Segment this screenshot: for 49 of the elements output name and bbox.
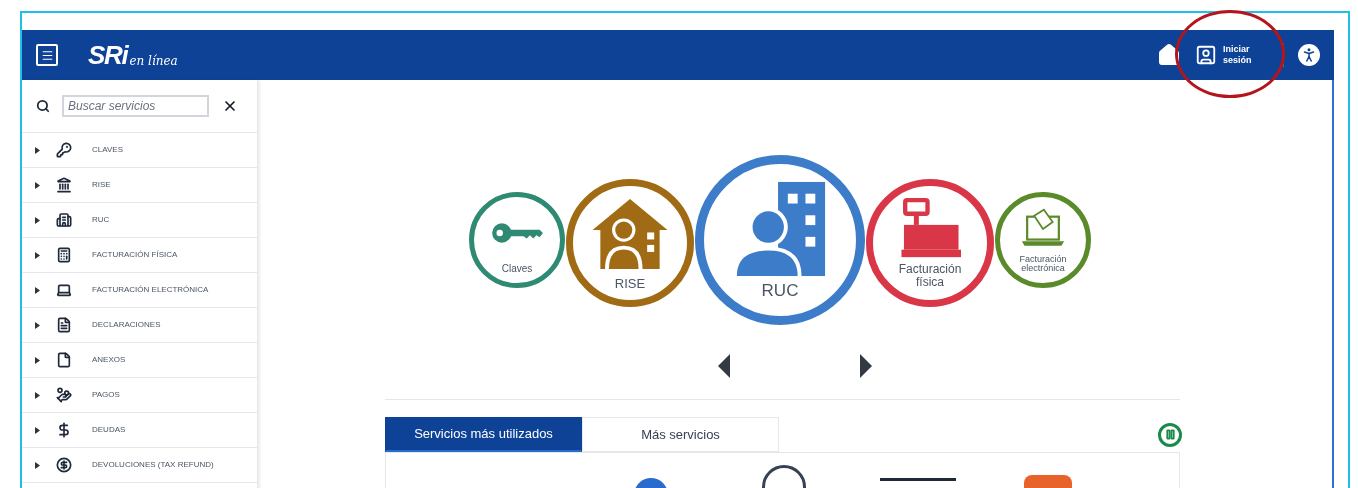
service-label: RISE (614, 277, 646, 291)
sidebar-label: RISE (92, 179, 111, 191)
pause-button[interactable] (1158, 422, 1182, 447)
sidebar-item[interactable]: PAGOS (22, 378, 257, 413)
key-icon (56, 142, 72, 158)
service-label: Facturación física (897, 263, 963, 289)
sidebar-item[interactable]: DEVOLUCIONES (TAX REFUND) (22, 448, 257, 483)
user-icon[interactable] (1195, 44, 1217, 66)
sidebar-item[interactable]: FACTURACIÓN FÍSICA (22, 238, 257, 273)
dollar-icon (56, 422, 72, 438)
dollar-coin-icon (56, 457, 72, 473)
file-icon (56, 352, 72, 368)
sidebar-label: FACTURACIÓN FÍSICA (92, 249, 178, 261)
sidebar-item[interactable]: DECLARACIONES (22, 308, 257, 343)
logo[interactable]: SRien línea (88, 42, 178, 68)
service-label: Facturación electrónica (1018, 254, 1068, 274)
sidebar-item[interactable]: RISE (22, 168, 257, 203)
sidebar-label: PAGOS (92, 389, 120, 401)
menu-icon (40, 48, 54, 62)
sidebar-label: DEVOLUCIONES (TAX REFUND) (92, 459, 214, 471)
menu-button[interactable] (36, 44, 58, 66)
hand-icon (56, 387, 72, 403)
sidebar-item[interactable]: ANEXOS (22, 343, 257, 378)
pause-icon (1164, 429, 1176, 440)
sidebar-item[interactable]: CLAVES (22, 133, 257, 168)
document-icon (56, 317, 72, 333)
sidebar-label: CLAVES (92, 144, 123, 156)
sidebar-label: DEUDAS (92, 424, 126, 436)
sidebar-item[interactable]: FACTURACIÓN ELECTRÓNICA (22, 273, 257, 308)
tab[interactable]: Servicios más utilizados (385, 417, 582, 452)
service-label: RUC (761, 282, 799, 300)
previous-arrow-icon[interactable] (718, 354, 730, 378)
sidebar-item[interactable]: DEUDAS (22, 413, 257, 448)
tab[interactable]: Más servicios (582, 417, 779, 452)
accessibility-icon[interactable] (1298, 44, 1320, 66)
service-label: Claves (501, 263, 533, 275)
sidebar-label: RUC (92, 214, 110, 226)
sidebar-label: ANEXOS (92, 354, 126, 366)
close-icon[interactable] (222, 98, 238, 114)
search-icon (36, 99, 50, 113)
building-icon (56, 212, 72, 228)
laptop-icon (56, 282, 72, 298)
bar-icon (880, 478, 956, 481)
next-arrow-icon[interactable] (860, 354, 872, 378)
sidebar-label: DECLARACIONES (92, 319, 161, 331)
sidebar-label: FACTURACIÓN ELECTRÓNICA (92, 284, 209, 296)
sidebar-item[interactable]: RUC (22, 203, 257, 238)
login-button[interactable]: Iniciar sesión (1223, 44, 1267, 66)
search-field[interactable]: Buscar servicios (62, 95, 209, 117)
